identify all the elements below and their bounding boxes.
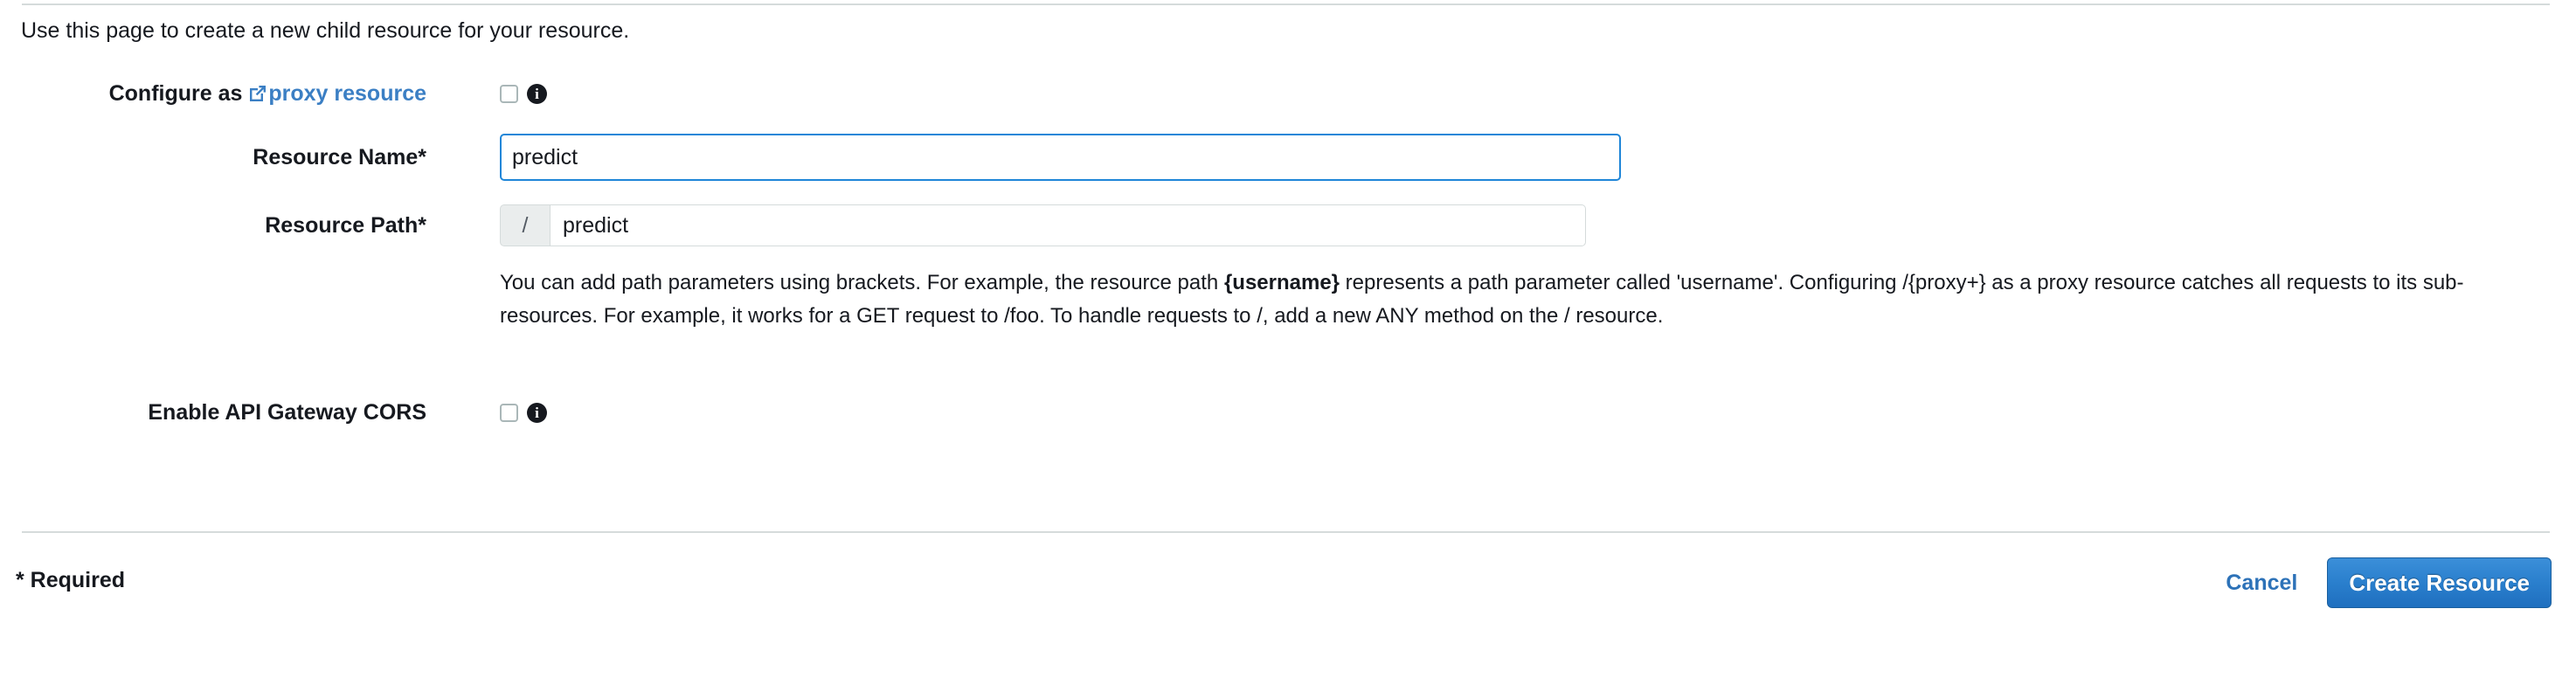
resource-path-input-group: / <box>500 204 1586 246</box>
cors-checkbox[interactable] <box>500 404 518 422</box>
proxy-resource-info-icon[interactable]: i <box>527 84 547 104</box>
cors-info-icon[interactable]: i <box>527 403 547 423</box>
resource-path-label: Resource Path* <box>0 212 426 239</box>
resource-name-input[interactable] <box>500 134 1621 181</box>
help-text-bold-username: {username} <box>1224 271 1340 294</box>
cancel-button[interactable]: Cancel <box>2226 571 2297 596</box>
proxy-resource-link[interactable]: proxy resource <box>248 81 426 106</box>
resource-path-slash-prefix: / <box>500 204 551 246</box>
proxy-resource-control: i <box>500 80 547 107</box>
proxy-resource-checkbox-group: i <box>500 80 547 107</box>
resource-path-help-text: You can add path parameters using bracke… <box>500 266 2527 333</box>
footer-divider <box>22 531 2550 533</box>
proxy-resource-label-prefix: Configure as <box>109 81 249 106</box>
top-divider <box>22 3 2550 5</box>
external-link-icon <box>248 83 267 109</box>
proxy-resource-link-label: proxy resource <box>268 81 426 106</box>
cors-checkbox-group: i <box>500 399 547 425</box>
resource-path-input[interactable] <box>551 204 1586 246</box>
create-resource-button[interactable]: Create Resource <box>2327 557 2552 608</box>
resource-path-control: / <box>500 204 1586 246</box>
proxy-resource-label: Configure as proxy resource <box>0 80 426 109</box>
cors-label: Enable API Gateway CORS <box>0 399 426 425</box>
resource-name-control <box>500 134 1621 181</box>
cors-control: i <box>500 399 547 425</box>
page-intro-text: Use this page to create a new child reso… <box>21 17 629 44</box>
footer-actions: Cancel Create Resource <box>2226 557 2552 608</box>
proxy-resource-checkbox[interactable] <box>500 85 518 103</box>
required-note: * Required <box>16 568 125 593</box>
help-text-part1: You can add path parameters using bracke… <box>500 271 1224 294</box>
resource-name-label: Resource Name* <box>0 144 426 170</box>
